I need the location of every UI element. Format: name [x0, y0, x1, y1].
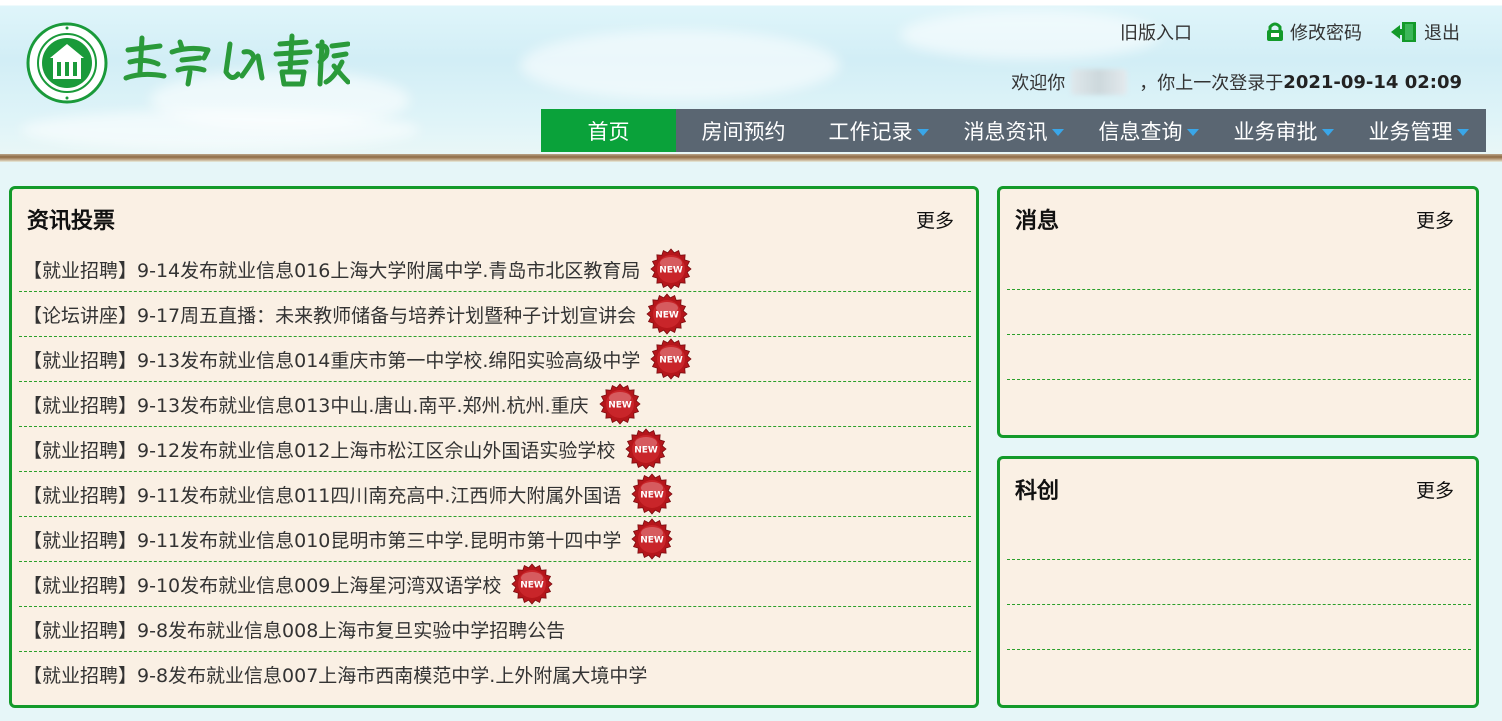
nav-item-management[interactable]: 业务管理 — [1351, 109, 1486, 152]
nav-item-label[interactable]: 消息资讯 — [964, 116, 1048, 146]
news-item[interactable]: 【就业招聘】9-11发布就业信息011四川南充高中.江西师大附属外国语 NEW — [19, 472, 971, 517]
nav-item-label[interactable]: 工作记录 — [829, 116, 913, 146]
new-badge-text: NEW — [660, 356, 684, 366]
news-item[interactable]: 【就业招聘】9-10发布就业信息009上海星河湾双语学校 NEW — [19, 562, 971, 607]
chevron-down-icon — [1456, 129, 1469, 136]
news-vote-panel: 资讯投票 更多 【就业招聘】9-14发布就业信息016上海大学附属中学.青岛市北… — [9, 186, 979, 708]
news-item-title[interactable]: 【论坛讲座】9-17周五直播：未来教师储备与培养计划暨种子计划宣讲会 — [23, 301, 636, 328]
old-version-link[interactable]: 旧版入口 — [1120, 20, 1192, 44]
nav-item-label[interactable]: 首页 — [588, 116, 630, 146]
panel-title: 资讯投票 — [27, 209, 116, 234]
news-item-title[interactable]: 【就业招聘】9-10发布就业信息009上海星河湾双语学校 — [23, 571, 501, 598]
new-badge-text: NEW — [641, 491, 665, 501]
innovation-list — [1007, 515, 1471, 650]
nav-item-label[interactable]: 信息查询 — [1099, 116, 1183, 146]
nav-item-info-query[interactable]: 信息查询 — [1081, 109, 1216, 152]
chevron-down-icon — [1051, 129, 1064, 136]
nav-item-work-records[interactable]: 工作记录 — [811, 109, 946, 152]
nav-item-label[interactable]: 房间预约 — [702, 116, 786, 146]
new-badge-icon: NEW — [631, 518, 674, 560]
news-item-title[interactable]: 【就业招聘】9-8发布就业信息008上海市复旦实验中学招聘公告 — [23, 616, 565, 643]
new-badge-icon: NEW — [598, 383, 641, 425]
news-item[interactable]: 【就业招聘】9-12发布就业信息012上海市松江区佘山外国语实验学校 NEW — [19, 427, 971, 472]
welcome-middle: ，你上一次登录于 — [1139, 73, 1284, 94]
news-item-title[interactable]: 【就业招聘】9-11发布就业信息011四川南充高中.江西师大附属外国语 — [23, 481, 621, 508]
more-link[interactable]: 更多 — [916, 206, 954, 233]
cloud-decoration — [520, 30, 840, 100]
nav-item-approval[interactable]: 业务审批 — [1216, 109, 1351, 152]
nav-item-label[interactable]: 业务管理 — [1369, 116, 1453, 146]
new-badge-icon: NEW — [650, 248, 693, 290]
old-entry-label[interactable]: 旧版入口 — [1120, 19, 1192, 45]
news-item-title[interactable]: 【就业招聘】9-14发布就业信息016上海大学附属中学.青岛市北区教育局 — [23, 256, 640, 283]
news-item[interactable]: 【就业招聘】9-8发布就业信息008上海市复旦实验中学招聘公告 — [19, 607, 971, 652]
list-item — [1007, 605, 1471, 650]
logout-label[interactable]: 退出 — [1424, 19, 1460, 45]
more-link[interactable]: 更多 — [1416, 476, 1454, 503]
new-badge-text: NEW — [655, 311, 679, 321]
list-item — [1007, 560, 1471, 605]
list-item — [1007, 335, 1471, 380]
new-badge-icon: NEW — [625, 428, 668, 470]
new-badge-icon: NEW — [650, 338, 693, 380]
list-item — [1007, 515, 1471, 560]
chevron-down-icon — [1186, 129, 1199, 136]
nav-item-room-booking[interactable]: 房间预约 — [676, 109, 811, 152]
news-item[interactable]: 【就业招聘】9-8发布就业信息007上海市西南模范中学.上外附属大境中学 — [19, 652, 971, 697]
lock-icon — [1267, 22, 1283, 41]
new-badge-text: NEW — [641, 536, 665, 546]
news-item[interactable]: 【论坛讲座】9-17周五直播：未来教师储备与培养计划暨种子计划宣讲会 NEW — [19, 292, 971, 337]
cloud-decoration — [20, 110, 420, 150]
change-password-link[interactable]: 修改密码 — [1264, 20, 1362, 44]
new-badge-icon: NEW — [646, 293, 688, 335]
last-login-time: 2021-09-14 02:09 — [1283, 71, 1462, 93]
nav-item-label[interactable]: 业务审批 — [1234, 116, 1318, 146]
news-item-title[interactable]: 【就业招聘】9-8发布就业信息007上海市西南模范中学.上外附属大境中学 — [23, 661, 647, 688]
new-badge-text: NEW — [660, 266, 684, 276]
news-item-title[interactable]: 【就业招聘】9-11发布就业信息010昆明市第三中学.昆明市第十四中学 — [23, 526, 621, 553]
new-badge-icon: NEW — [631, 473, 674, 515]
chevron-down-icon — [916, 129, 929, 136]
list-item — [1007, 245, 1471, 290]
logout-door-icon — [1391, 22, 1416, 42]
list-item — [1007, 290, 1471, 335]
news-item-title[interactable]: 【就业招聘】9-13发布就业信息013中山.唐山.南平.郑州.杭州.重庆 — [23, 391, 589, 418]
new-badge-text: NEW — [635, 446, 659, 456]
welcome-prefix: 欢迎你 — [1011, 73, 1066, 94]
nav-item-news[interactable]: 消息资讯 — [946, 109, 1081, 152]
news-item[interactable]: 【就业招聘】9-11发布就业信息010昆明市第三中学.昆明市第十四中学 NEW — [19, 517, 971, 562]
nav-item-home[interactable]: 首页 — [541, 109, 676, 152]
news-list: 【就业招聘】9-14发布就业信息016上海大学附属中学.青岛市北区教育局 NEW 【… — [19, 247, 971, 697]
logout-link[interactable]: 退出 — [1390, 20, 1460, 44]
main-nav: 首页 房间预约 工作记录 消息资讯 信息查询 业务审批 业务管理 — [541, 109, 1486, 152]
header-divider — [0, 154, 1502, 162]
news-item[interactable]: 【就业招聘】9-14发布就业信息016上海大学附属中学.青岛市北区教育局 NEW — [19, 247, 971, 292]
new-badge-icon: NEW — [511, 563, 554, 605]
welcome-message: 欢迎你 ，你上一次登录于 2021-09-14 02:09 — [1011, 69, 1462, 95]
innovation-panel: 科创 更多 — [997, 456, 1479, 708]
news-item[interactable]: 【就业招聘】9-13发布就业信息013中山.唐山.南平.郑州.杭州.重庆 NEW — [19, 382, 971, 427]
university-logo-icon[interactable] — [26, 22, 108, 104]
new-badge-text: NEW — [608, 401, 632, 411]
panel-title: 消息 — [1015, 209, 1060, 234]
redacted-username — [1071, 69, 1128, 95]
news-item-title[interactable]: 【就业招聘】9-13发布就业信息014重庆市第一中学校.绵阳实验高级中学 — [23, 346, 640, 373]
news-item[interactable]: 【就业招聘】9-13发布就业信息014重庆市第一中学校.绵阳实验高级中学 NEW — [19, 337, 971, 382]
news-item-title[interactable]: 【就业招聘】9-12发布就业信息012上海市松江区佘山外国语实验学校 — [23, 436, 615, 463]
message-list — [1007, 245, 1471, 380]
panel-title: 科创 — [1015, 479, 1060, 504]
message-panel: 消息 更多 — [997, 186, 1479, 438]
new-badge-text: NEW — [521, 581, 545, 591]
chevron-down-icon — [1321, 129, 1334, 136]
college-calligraphy-logo — [123, 33, 350, 87]
change-password-label[interactable]: 修改密码 — [1290, 19, 1362, 45]
more-link[interactable]: 更多 — [1416, 206, 1454, 233]
